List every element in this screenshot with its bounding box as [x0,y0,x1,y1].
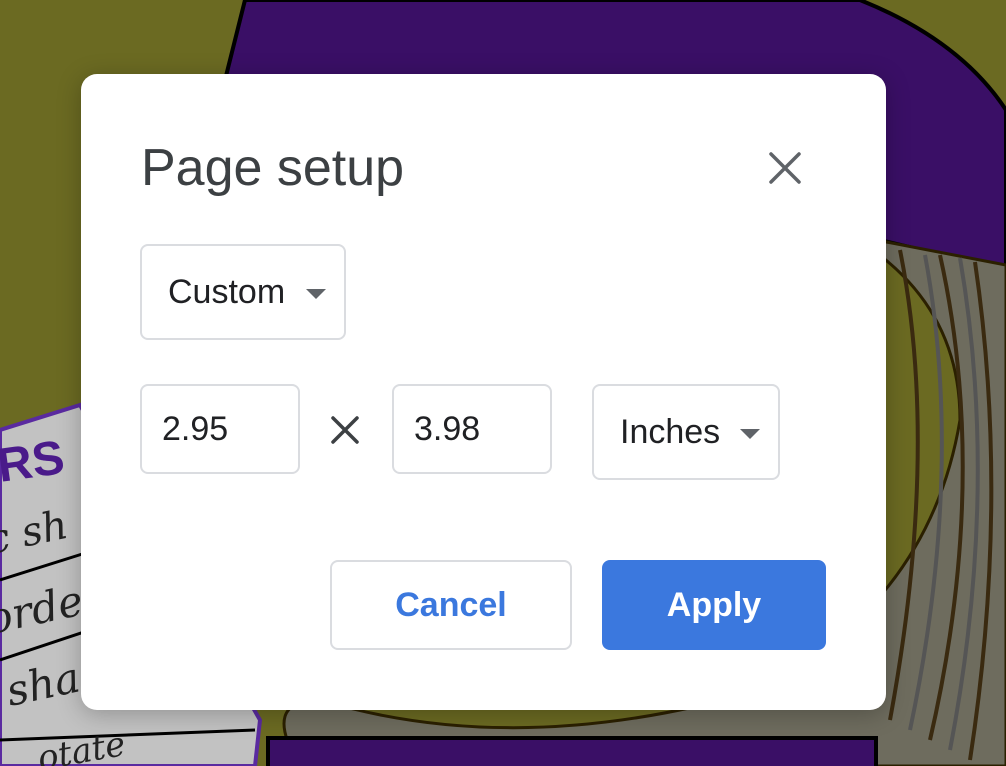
width-field[interactable] [140,384,300,474]
height-field[interactable] [392,384,552,474]
close-button[interactable] [761,144,809,192]
width-input[interactable] [162,409,282,449]
dialog-title: Page setup [141,139,405,197]
units-dropdown-label: Inches [620,412,721,451]
units-dropdown[interactable]: Inches [592,384,780,480]
cancel-button[interactable]: Cancel [330,560,572,650]
times-icon [331,416,359,444]
height-input[interactable] [414,409,534,449]
page-setup-dialog: Page setup Custom Inches Cancel Apply [81,74,886,710]
preset-dropdown-label: Custom [168,272,286,311]
caret-down-icon [740,429,760,439]
caret-down-icon [306,289,326,299]
purple-bar-shape [266,736,878,766]
bg-text-rs: RS [0,431,68,493]
apply-button[interactable]: Apply [602,560,826,650]
page-size-preset-dropdown[interactable]: Custom [140,244,346,340]
close-icon [769,152,801,184]
